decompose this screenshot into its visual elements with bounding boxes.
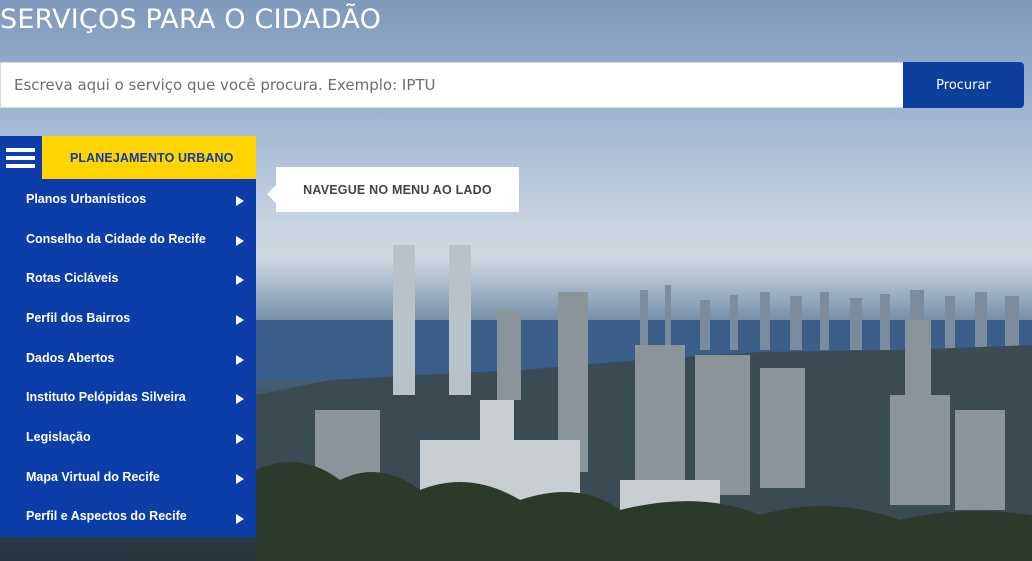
menu-item-dados-abertos[interactable]: Dados Abertos: [0, 338, 256, 378]
menu-item-label: Legislação: [26, 429, 91, 444]
menu-item-legislacao[interactable]: Legislação: [0, 417, 256, 457]
menu-item-conselho-da-cidade[interactable]: Conselho da Cidade do Recife: [0, 219, 256, 259]
menu-item-label: Conselho da Cidade do Recife: [26, 231, 206, 246]
triangle-right-icon: [236, 196, 244, 206]
search-input[interactable]: [0, 62, 903, 108]
hamburger-line: [6, 155, 35, 160]
hero-background: SERVIÇOS PARA O CIDADÃO Procurar PLANEJA…: [0, 0, 1032, 561]
page-title: SERVIÇOS PARA O CIDADÃO: [0, 4, 382, 35]
triangle-right-icon: [236, 473, 244, 484]
triangle-right-icon: [236, 275, 244, 286]
menu-hint-tooltip: NAVEGUE NO MENU AO LADO: [267, 167, 519, 212]
menu-item-label: Instituto Pelópidas Silveira: [26, 390, 186, 405]
triangle-right-icon: [236, 354, 244, 365]
hamburger-menu-icon[interactable]: [0, 136, 42, 179]
menu-item-perfil-dos-bairros[interactable]: Perfil dos Bairros: [0, 298, 256, 338]
hamburger-line: [6, 147, 35, 152]
triangle-right-icon: [236, 394, 244, 405]
menu-item-label: Perfil dos Bairros: [26, 310, 131, 325]
menu-item-label: Perfil e Aspectos do Recife: [26, 509, 187, 524]
triangle-right-icon: [236, 315, 244, 326]
hamburger-line: [6, 163, 35, 168]
menu-item-rotas-ciclaveis[interactable]: Rotas Cicláveis: [0, 258, 256, 298]
menu-item-instituto-pelopidas-silveira[interactable]: Instituto Pelópidas Silveira: [0, 377, 256, 417]
triangle-right-icon: [236, 434, 244, 445]
search-button[interactable]: Procurar: [903, 62, 1024, 108]
menu-item-label: Mapa Virtual do Recife: [26, 469, 160, 484]
search-bar: Procurar: [0, 62, 1024, 108]
side-menu: PLANEJAMENTO URBANO Planos Urbanísticos …: [0, 136, 256, 537]
menu-item-label: Rotas Cicláveis: [26, 271, 119, 286]
menu-title: PLANEJAMENTO URBANO: [42, 136, 256, 179]
triangle-right-icon: [236, 235, 244, 246]
menu-header: PLANEJAMENTO URBANO: [0, 136, 256, 179]
menu-item-mapa-virtual[interactable]: Mapa Virtual do Recife: [0, 457, 256, 497]
menu-item-label: Dados Abertos: [26, 350, 115, 365]
menu-item-label: Planos Urbanísticos: [26, 191, 147, 206]
menu-item-planos-urbanisticos[interactable]: Planos Urbanísticos: [0, 179, 256, 219]
menu-list: Planos Urbanísticos Conselho da Cidade d…: [0, 179, 256, 536]
menu-item-perfil-e-aspectos[interactable]: Perfil e Aspectos do Recife: [0, 497, 256, 537]
triangle-right-icon: [236, 513, 244, 524]
